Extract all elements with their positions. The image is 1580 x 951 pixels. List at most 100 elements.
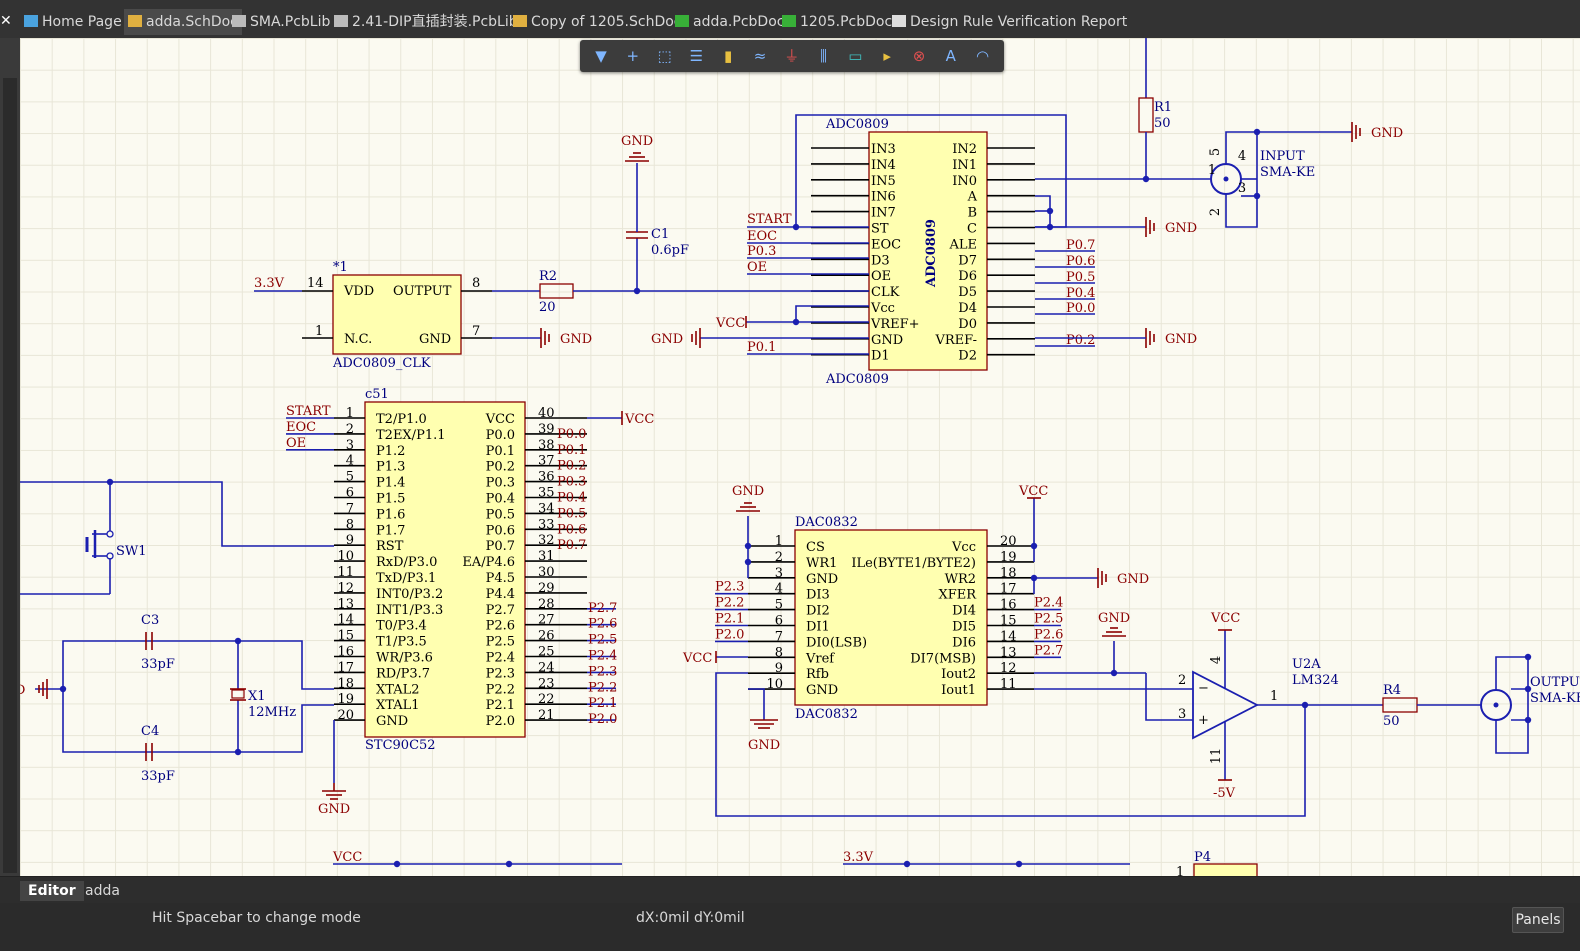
osc-pin-name: OUTPUT bbox=[393, 284, 452, 299]
mcu-pin-name: P1.6 bbox=[376, 507, 405, 522]
tab-1205-pcbdoc[interactable]: 1205.PcbDoc bbox=[782, 9, 892, 35]
mcu-pin-name: EA/P4.6 bbox=[462, 555, 515, 570]
tab-label: SMA.PcbLib bbox=[250, 14, 331, 30]
mcu-net-label: P2.4 bbox=[588, 649, 617, 664]
adc-designator: ADC0809 bbox=[825, 117, 889, 132]
mcu-net-label: P0.4 bbox=[557, 491, 586, 506]
report-icon bbox=[892, 15, 906, 27]
adc-pin-name: ALE bbox=[948, 237, 977, 252]
close-icon[interactable]: ✕ bbox=[0, 13, 12, 29]
dac-pin-num: 8 bbox=[775, 645, 783, 660]
status-bar: Hit Spacebar to change mode dX:0mil dY:0… bbox=[0, 903, 1580, 951]
output-val: SMA-KE bbox=[1530, 691, 1580, 706]
mcu-pin-name: VCC bbox=[485, 412, 515, 427]
dac-pin-num: 12 bbox=[1000, 661, 1017, 676]
adc-pin-name: GND bbox=[871, 333, 903, 348]
align-icon[interactable]: ☰ bbox=[685, 46, 707, 66]
mcu-pin-num: 33 bbox=[538, 517, 555, 532]
osc-pin-name: VDD bbox=[343, 284, 374, 299]
tab-home-page[interactable]: Home Page bbox=[24, 9, 122, 35]
status-message: Hit Spacebar to change mode bbox=[152, 910, 361, 926]
dac-pin-name: ILe(BYTE1/BYTE2) bbox=[851, 556, 976, 571]
tab-adda-pcbdoc[interactable]: adda.PcbDoc bbox=[675, 9, 784, 35]
mcu-pin-name: P1.3 bbox=[376, 460, 405, 475]
component-icon[interactable]: ▮ bbox=[717, 46, 739, 66]
mcu-pin-num: 25 bbox=[538, 645, 555, 660]
pin-num: 1 bbox=[1270, 689, 1278, 704]
adc-pin-name: IN0 bbox=[952, 174, 977, 189]
mcu-pin-name: P0.2 bbox=[486, 460, 515, 475]
c3-ref: C3 bbox=[141, 613, 159, 628]
mcu-pin-name: RD/P3.7 bbox=[376, 666, 430, 681]
mcu-net-label: P0.2 bbox=[557, 459, 586, 474]
bus-icon[interactable]: ⫼ bbox=[813, 46, 835, 66]
dac-pin-name: DI4 bbox=[952, 604, 976, 619]
junction-dot bbox=[1524, 653, 1532, 661]
tab-label: Home Page bbox=[42, 14, 122, 30]
junction-dot bbox=[1253, 192, 1261, 200]
dac-net-label: P2.0 bbox=[715, 627, 744, 642]
mcu-net-label: P2.3 bbox=[588, 664, 617, 679]
schematic-drawing[interactable]: ADC0809ADC0809ADC0809IN3IN4IN5IN6IN7STEO… bbox=[20, 38, 1580, 876]
tab-design-rule-verification-report[interactable]: Design Rule Verification Report bbox=[892, 9, 1127, 35]
pin-num: 8 bbox=[472, 276, 480, 291]
mcu-pin-num: 11 bbox=[337, 565, 354, 580]
input-ref: INPUT bbox=[1260, 149, 1305, 164]
tab-editor[interactable]: Editor bbox=[20, 881, 84, 901]
crystal-body bbox=[231, 689, 245, 699]
mcu-pin-num: 40 bbox=[538, 406, 555, 421]
tab-sma-pcblib[interactable]: SMA.PcbLib bbox=[232, 9, 330, 35]
arc-icon[interactable]: ◠ bbox=[972, 46, 994, 66]
mcu-pin-num: 39 bbox=[538, 422, 555, 437]
dac-pin-name: XFER bbox=[938, 588, 977, 603]
net-start: START bbox=[747, 212, 792, 227]
mcu-pin-num: 10 bbox=[337, 549, 354, 564]
schematic-canvas[interactable]: ADC0809 ADC0809 ADC0809 IN3 IN4 IN5 IN6 IN7 ST EO… bbox=[20, 38, 1580, 876]
mcu-pin-name: P0.0 bbox=[486, 428, 515, 443]
panels-button[interactable]: Panels bbox=[1512, 907, 1564, 933]
wire bbox=[746, 305, 869, 323]
mcu-net-label: P2.1 bbox=[588, 696, 617, 711]
gnd-port-icon[interactable]: ⏚ bbox=[781, 46, 803, 66]
pin-num: 1 bbox=[1208, 163, 1216, 178]
net-3v3: 3.3V bbox=[843, 850, 874, 865]
gnd-label: GND bbox=[560, 332, 592, 347]
dac-net-label: P2.3 bbox=[715, 580, 744, 595]
mcu-designator: c51 bbox=[365, 387, 389, 402]
mcu-pin-name: P2.5 bbox=[486, 635, 515, 650]
tab-adda-schdoc[interactable]: adda.SchDoc bbox=[124, 9, 242, 35]
schematic-doc-icon bbox=[128, 15, 142, 27]
dac-pin-name: DI3 bbox=[806, 588, 830, 603]
vcc-label: VCC bbox=[1018, 484, 1048, 499]
active-bar-toolbar: ▼ + ⬚ ☰ ▮ ≈ ⏚ ⫼ ▭ ▸ ⊗ A ◠ bbox=[580, 40, 1004, 72]
mcu-pin-name: INT1/P3.3 bbox=[376, 603, 443, 618]
status-coordinates: dX:0mil dY:0mil bbox=[636, 910, 745, 926]
mcu-pin-num: 35 bbox=[538, 486, 555, 501]
tab-label: 2.41-DIP直插封装.PcbLib bbox=[352, 14, 518, 30]
tab-2-41-dip-pcblib[interactable]: 2.41-DIP直插封装.PcbLib bbox=[334, 9, 518, 35]
no-erc-icon[interactable]: ⊗ bbox=[908, 46, 930, 66]
tab-adda[interactable]: adda bbox=[85, 881, 120, 901]
mcu-pin-num: 30 bbox=[538, 565, 555, 580]
home-icon bbox=[24, 15, 38, 27]
mcu-pin-name: P2.6 bbox=[486, 619, 515, 634]
wire-icon[interactable]: ≈ bbox=[749, 46, 771, 66]
tab-label: adda.SchDoc bbox=[146, 14, 238, 30]
select-rect-icon[interactable]: ⬚ bbox=[654, 46, 676, 66]
dac-pin-num: 7 bbox=[775, 629, 783, 644]
mcu-pin-num: 31 bbox=[538, 549, 555, 564]
gnd-label-partial: D bbox=[20, 683, 25, 698]
tab-copy-of-1205-schdoc[interactable]: Copy of 1205.SchDoc bbox=[513, 9, 682, 35]
mcu-pin-num: 36 bbox=[538, 470, 555, 485]
filter-icon[interactable]: ▼ bbox=[590, 46, 612, 66]
mcu-pin-num: 32 bbox=[538, 533, 555, 548]
text-icon[interactable]: A bbox=[940, 46, 962, 66]
net-label-icon[interactable]: ▸ bbox=[876, 46, 898, 66]
mcu-pin-num: 19 bbox=[337, 692, 354, 707]
crosshair-icon[interactable]: + bbox=[622, 46, 644, 66]
mcu-pin-num: 22 bbox=[538, 692, 555, 707]
wire bbox=[20, 481, 334, 547]
mcu-pin-name: XTAL1 bbox=[376, 698, 420, 713]
adc-pin-name: B bbox=[967, 206, 977, 221]
sheet-symbol-icon[interactable]: ▭ bbox=[844, 46, 866, 66]
